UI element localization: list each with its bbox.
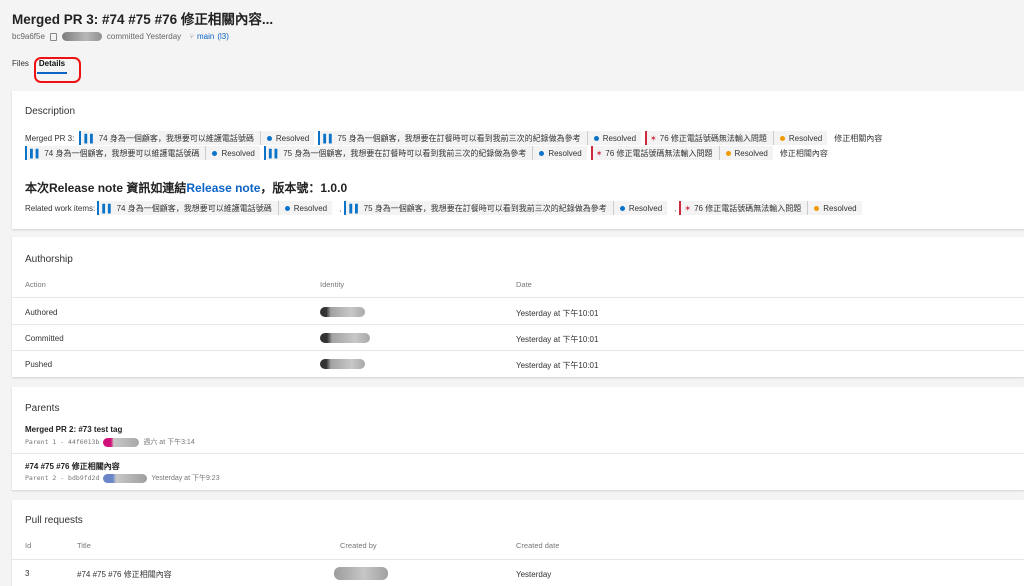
column-header-action[interactable]: Action	[25, 280, 46, 289]
authorship-card: Authorship Action Identity Date Authored…	[12, 237, 1024, 377]
column-header-title[interactable]: Title	[77, 541, 91, 550]
pull-requests-card: Pull requests Id Title Created by Create…	[12, 500, 1024, 586]
copy-icon[interactable]	[49, 32, 57, 41]
trailing-text: 修正相關內容	[779, 148, 828, 158]
related-work-items: Related work items: ▌▌ 74 身為一個顧客，我想要可以維護電…	[25, 201, 866, 215]
table-row: Pushed Yesterday at 下午10:01	[12, 350, 1024, 377]
column-header-identity[interactable]: Identity	[320, 280, 344, 289]
parents-card: Parents Merged PR 2: #73 test tag Parent…	[12, 387, 1024, 490]
work-item-75[interactable]: ▌▌ 75 身為一個顧客，我想要在訂餐時可以看到我前三次的紀錄做為參考 Resolv…	[263, 146, 587, 160]
column-header-date[interactable]: Date	[516, 280, 532, 289]
action-cell: Pushed	[25, 360, 53, 369]
release-note: 本次Release note 資訊如連結Release note，版本號：1.0…	[25, 181, 348, 195]
work-item-76[interactable]: ✶ 76 修正電話號碼無法輸入問題 Resolved	[645, 131, 828, 145]
column-header-id[interactable]: Id	[25, 541, 31, 550]
table-row: Committed Yesterday at 下午10:01	[12, 324, 1024, 350]
column-header-created-by[interactable]: Created by	[340, 541, 377, 550]
book-icon: ▌▌	[268, 148, 281, 158]
bug-icon: ✶	[684, 203, 692, 213]
related-item-74[interactable]: ▌▌ 74 身為一個顧客，我想要可以維護電話號碼 Resolved	[97, 201, 333, 215]
commit-hash[interactable]: bc9a6f5e	[12, 32, 45, 41]
book-icon: ▌▌	[349, 203, 361, 213]
parent-2-date: Yesterday at 下午9:23	[151, 475, 220, 482]
avatar	[103, 473, 148, 483]
book-icon: ▌▌	[102, 203, 114, 213]
related-item-76[interactable]: ✶ 76 修正電話號碼無法輸入問題 Resolved	[679, 201, 862, 215]
book-icon: ▌▌	[323, 133, 335, 143]
state-dot	[619, 205, 625, 211]
parent-2-meta: Parent 2 - bdb9fd2d Yesterday at 下午9:23	[25, 473, 220, 483]
highlight-annotation	[34, 57, 81, 83]
parent-1-date: 週六 at 下午3:14	[143, 439, 195, 446]
state-dot	[539, 150, 545, 156]
release-note-link[interactable]: Release note	[186, 181, 260, 195]
branch-icon: ⑂	[189, 32, 194, 41]
avatar	[103, 437, 140, 447]
trailing-text: 修正相關內容	[834, 133, 883, 143]
related-label: Related work items:	[25, 203, 96, 213]
work-item-74[interactable]: ▌▌ 74 身為一個顧客，我想要可以維護電話號碼 Resolved	[79, 131, 315, 145]
parent-2-title[interactable]: #74 #75 #76 修正相關內容	[25, 461, 120, 472]
parents-heading: Parents	[25, 403, 60, 414]
authorship-heading: Authorship	[25, 254, 73, 265]
pull-requests-heading: Pull requests	[25, 515, 83, 526]
merged-prefix: Merged PR 3:	[25, 133, 75, 143]
page-title: Merged PR 3: #74 #75 #76 修正相關內容...	[12, 12, 274, 27]
branch-count[interactable]: (l3)	[217, 32, 229, 41]
date-cell: Yesterday at 下午10:01	[516, 361, 599, 370]
parent-1-ref[interactable]: Parent 1 - 44f6013b	[25, 438, 99, 446]
parent-1-title[interactable]: Merged PR 2: #73 test tag	[25, 425, 122, 434]
parent-2-ref[interactable]: Parent 2 - bdb9fd2d	[25, 474, 99, 482]
state-dot	[725, 150, 731, 156]
state-dot	[284, 205, 290, 211]
work-item-75[interactable]: ▌▌ 75 身為一個顧客，我想要在訂餐時可以看到我前三次的紀錄做為參考 Resolv…	[318, 131, 642, 145]
work-item-74[interactable]: ▌▌ 74 身為一個顧客，我想要可以維護電話號碼 Resolved	[25, 146, 260, 160]
identity-avatar[interactable]	[320, 307, 365, 317]
pr-date-cell: Yesterday	[516, 570, 552, 579]
description-line-1: Merged PR 3: ▌▌ 74 身為一個顧客，我想要可以維護電話號碼 Reso…	[25, 131, 882, 145]
description-line-2: ▌▌ 74 身為一個顧客，我想要可以維護電話號碼 Resolved ▌▌ 75 身為一…	[25, 146, 828, 160]
state-dot	[779, 135, 785, 141]
pr-id-cell: 3	[25, 569, 30, 578]
state-dot	[593, 135, 599, 141]
identity-avatar[interactable]	[320, 333, 370, 343]
date-cell: Yesterday at 下午10:01	[516, 309, 599, 318]
tab-files[interactable]: Files	[12, 59, 29, 68]
action-cell: Authored	[25, 308, 58, 317]
related-item-75[interactable]: ▌▌ 75 身為一個顧客，我想要在訂餐時可以看到我前三次的紀錄做為參考 Resolv…	[344, 201, 668, 215]
description-heading: Description	[25, 106, 76, 117]
parent-1-meta: Parent 1 - 44f6013b 週六 at 下午3:14	[25, 437, 195, 447]
column-header-created-date[interactable]: Created date	[516, 541, 559, 550]
description-card: Description Merged PR 3: ▌▌ 74 身為一個顧客，我想要…	[12, 91, 1024, 229]
commit-meta: bc9a6f5e committed Yesterday ⑂ main (l3)	[12, 32, 229, 41]
author-avatar	[61, 32, 102, 41]
committed-text: committed Yesterday	[106, 32, 182, 41]
page-header: Merged PR 3: #74 #75 #76 修正相關內容... bc9a6…	[0, 0, 1024, 90]
table-row: Authored Yesterday at 下午10:01	[12, 297, 1024, 324]
bug-icon: ✶	[595, 148, 603, 158]
bug-icon: ✶	[650, 133, 657, 143]
date-cell: Yesterday at 下午10:01	[516, 335, 599, 344]
state-dot	[212, 150, 218, 156]
branch-link[interactable]: main	[197, 32, 214, 41]
table-row[interactable]: 3 #74 #75 #76 修正相關內容 Yesterday	[12, 559, 1024, 586]
state-dot	[814, 205, 820, 211]
work-item-76[interactable]: ✶ 76 修正電話號碼無法輸入問題 Resolved	[590, 146, 773, 160]
book-icon: ▌▌	[30, 148, 42, 158]
action-cell: Committed	[25, 334, 64, 343]
created-by-avatar	[334, 567, 388, 580]
pr-title-cell[interactable]: #74 #75 #76 修正相關內容	[77, 569, 172, 580]
book-icon: ▌▌	[84, 133, 96, 143]
divider	[12, 453, 1024, 454]
state-dot	[266, 135, 272, 141]
identity-avatar[interactable]	[320, 359, 365, 369]
